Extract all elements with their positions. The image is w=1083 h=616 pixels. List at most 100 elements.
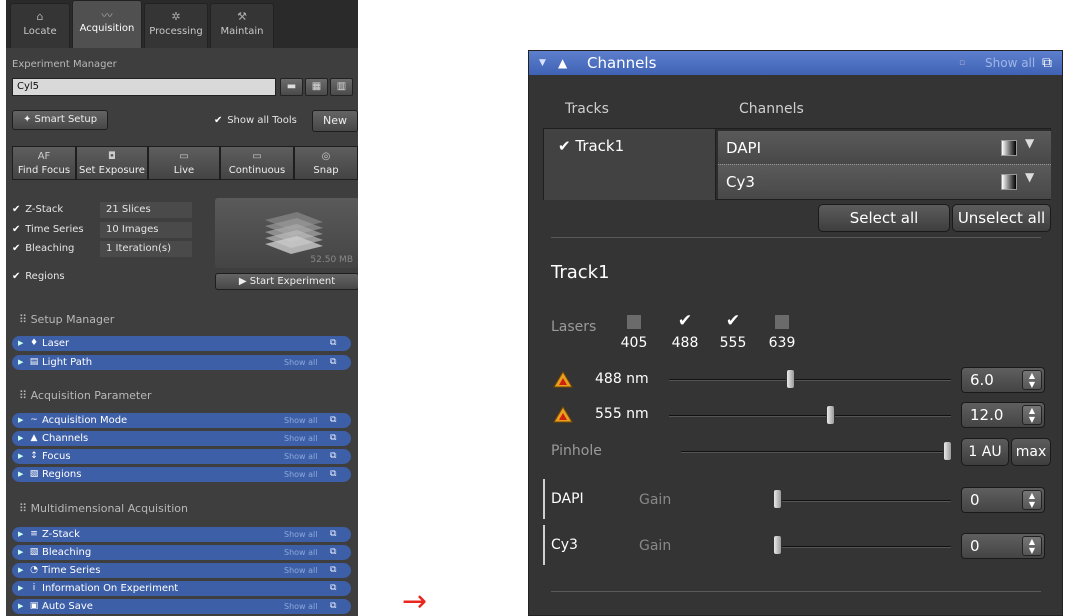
undock-icon[interactable]: ⧉ bbox=[330, 581, 336, 596]
stepper-arrows-icon[interactable]: ▲ ▼ bbox=[1022, 490, 1042, 510]
show-all-toggle[interactable]: Show all bbox=[284, 449, 317, 464]
laser-555-power-spinbox[interactable]: 12.0 ▲ ▼ bbox=[961, 402, 1045, 428]
z-stack-checkbox[interactable]: ✔ Z-Stack bbox=[12, 204, 63, 215]
experiment-name-field[interactable]: Cyl5 bbox=[12, 78, 276, 96]
time-series-checkbox[interactable]: ✔ Time Series bbox=[12, 224, 84, 235]
laser-bar[interactable]: ▶ ♦ Laser ⧉ bbox=[12, 336, 351, 351]
undock-icon[interactable]: ⧉ bbox=[330, 336, 336, 351]
undock-icon[interactable]: ⧉ bbox=[330, 527, 336, 542]
information-on-experiment-bar[interactable]: ▶ i Information On Experiment ⧉ bbox=[12, 581, 351, 596]
laser-488-slider-handle[interactable] bbox=[786, 369, 795, 389]
tab-maintain[interactable]: ⚒ Maintain bbox=[210, 3, 274, 48]
laser-488-power-spinbox[interactable]: 6.0 ▲ ▼ bbox=[961, 367, 1045, 393]
undock-icon[interactable]: ⧉ bbox=[330, 563, 336, 578]
track-row[interactable]: ✔ Track1 bbox=[544, 129, 716, 200]
auto-save-bar[interactable]: ▶ ▣ Auto Save Show all ⧉ bbox=[12, 599, 351, 614]
open-folder-button[interactable]: ▬ bbox=[280, 78, 303, 96]
dapi-gain-slider-handle[interactable] bbox=[773, 489, 782, 509]
live-button[interactable]: ▭ Live bbox=[148, 146, 220, 180]
snap-button[interactable]: ◎ Snap bbox=[294, 146, 358, 180]
chevron-down-icon[interactable]: ▼ bbox=[1025, 136, 1034, 150]
focus-bar[interactable]: ▶ ↕ Focus Show all ⧉ bbox=[12, 449, 351, 464]
laser-555-slider-handle[interactable] bbox=[826, 405, 835, 425]
show-all-toggle[interactable]: Show all bbox=[985, 51, 1035, 75]
pinhole-1au-button[interactable]: 1 AU bbox=[961, 438, 1009, 466]
show-all-tools-checkbox[interactable]: ✔ Show all Tools bbox=[214, 115, 297, 126]
laser-639-checkbox[interactable]: 639 bbox=[767, 313, 797, 351]
smart-setup-button[interactable]: ✦ Smart Setup bbox=[12, 110, 108, 130]
check-icon[interactable]: ✔ bbox=[558, 137, 571, 155]
channels-header[interactable]: ▼ ▲ Channels ▫ Show all ⧉ bbox=[529, 51, 1062, 75]
pinhole-slider-track[interactable] bbox=[681, 451, 951, 453]
find-focus-button[interactable]: AF Find Focus bbox=[12, 146, 76, 180]
cy3-gain-slider-handle[interactable] bbox=[773, 535, 782, 555]
stepper-arrows-icon[interactable]: ▲ ▼ bbox=[1022, 370, 1042, 390]
undock-icon[interactable]: ⧉ bbox=[330, 355, 336, 370]
undock-icon[interactable]: ⧉ bbox=[1042, 51, 1052, 75]
dapi-gain-spinbox[interactable]: 0 ▲ ▼ bbox=[961, 487, 1045, 513]
arrow-right-icon: → bbox=[402, 584, 428, 616]
undock-icon[interactable]: ⧉ bbox=[330, 431, 336, 446]
laser-488-slider-track[interactable] bbox=[669, 379, 951, 381]
undock-icon[interactable]: ⧉ bbox=[330, 545, 336, 560]
tab-acquisition[interactable]: 〰 Acquisition bbox=[72, 0, 142, 48]
dapi-gain-slider-track[interactable] bbox=[777, 500, 951, 502]
chevron-down-icon[interactable]: ▼ bbox=[1025, 170, 1034, 184]
show-all-toggle[interactable]: Show all bbox=[284, 545, 317, 560]
undock-icon[interactable]: ⧉ bbox=[330, 413, 336, 428]
save-button[interactable]: ▦ bbox=[305, 78, 328, 96]
cy3-gain-label: Gain bbox=[639, 538, 672, 554]
show-all-toggle[interactable]: Show all bbox=[284, 563, 317, 578]
acquisition-parameter-header[interactable]: ⠿ Acquisition Parameter bbox=[19, 389, 152, 402]
setup-manager-header[interactable]: ⠿ Setup Manager bbox=[19, 313, 114, 326]
stepper-arrows-icon[interactable]: ▲ ▼ bbox=[1022, 405, 1042, 425]
show-all-toggle[interactable]: Show all bbox=[284, 527, 317, 542]
show-all-toggle[interactable]: Show all bbox=[284, 431, 317, 446]
bleaching-checkbox[interactable]: ✔ Bleaching bbox=[12, 243, 74, 254]
pinhole-slider-handle[interactable] bbox=[943, 441, 952, 461]
unselect-all-button[interactable]: Unselect all bbox=[952, 204, 1051, 232]
light-path-bar[interactable]: ▶ ▤ Light Path Show all ⧉ bbox=[12, 355, 351, 370]
delete-button[interactable]: ▥ bbox=[330, 78, 353, 96]
acquisition-mode-bar[interactable]: ▶ ~ Acquisition Mode Show all ⧉ bbox=[12, 413, 351, 428]
laser-icon: ♦ bbox=[29, 338, 39, 348]
multidimensional-acquisition-header[interactable]: ⠿ Multidimensional Acquisition bbox=[19, 502, 188, 515]
stepper-arrows-icon[interactable]: ▲ ▼ bbox=[1022, 536, 1042, 556]
undock-icon[interactable]: ⧉ bbox=[330, 599, 336, 614]
color-swatch[interactable] bbox=[1001, 140, 1017, 156]
pinhole-label: Pinhole bbox=[551, 443, 602, 459]
collapse-arrow-icon[interactable]: ▼ bbox=[539, 51, 546, 75]
new-button[interactable]: New bbox=[312, 110, 358, 132]
show-all-toggle[interactable]: Show all bbox=[284, 413, 317, 428]
laser-555-slider-track[interactable] bbox=[669, 415, 951, 417]
tab-locate[interactable]: ⌂ Locate bbox=[10, 3, 70, 48]
time-series-bar[interactable]: ▶ ◔ Time Series Show all ⧉ bbox=[12, 563, 351, 578]
channel-row-dapi[interactable]: DAPI ▼ bbox=[718, 131, 1051, 165]
color-swatch[interactable] bbox=[1001, 174, 1017, 190]
pinhole-max-button[interactable]: max bbox=[1011, 438, 1051, 466]
show-all-toggle[interactable]: Show all bbox=[284, 467, 317, 482]
select-all-button[interactable]: Select all bbox=[818, 204, 950, 232]
z-stack-bar[interactable]: ▶ ≡ Z-Stack Show all ⧉ bbox=[12, 527, 351, 542]
cy3-gain-slider-track[interactable] bbox=[777, 546, 951, 548]
set-exposure-button[interactable]: ◘ Set Exposure bbox=[76, 146, 148, 180]
laser-405-checkbox[interactable]: 405 bbox=[619, 313, 649, 351]
cy3-gain-spinbox[interactable]: 0 ▲ ▼ bbox=[961, 533, 1045, 559]
checkbox-icon[interactable]: ▫ bbox=[959, 51, 965, 75]
channels-bar[interactable]: ▶ ▲ Channels Show all ⧉ bbox=[12, 431, 351, 446]
continuous-button[interactable]: ▭ Continuous bbox=[220, 146, 294, 180]
laser-488-checkbox[interactable]: ✔ 488 bbox=[670, 313, 700, 352]
regions-bar[interactable]: ▶ ▧ Regions Show all ⧉ bbox=[12, 467, 351, 482]
tab-processing[interactable]: ✲ Processing bbox=[144, 3, 208, 48]
undock-icon[interactable]: ⧉ bbox=[330, 467, 336, 482]
undock-icon[interactable]: ⧉ bbox=[330, 449, 336, 464]
channel-row-cy3[interactable]: Cy3 ▼ bbox=[718, 165, 1051, 199]
show-all-toggle[interactable]: Show all bbox=[284, 355, 317, 370]
dapi-gain-channel-label: DAPI bbox=[551, 491, 584, 507]
laser-555-checkbox[interactable]: ✔ 555 bbox=[718, 313, 748, 352]
start-experiment-button[interactable]: ▶ Start Experiment bbox=[215, 273, 358, 290]
expand-arrow-icon: ▶ bbox=[18, 566, 24, 574]
bleaching-bar[interactable]: ▶ ▧ Bleaching Show all ⧉ bbox=[12, 545, 351, 560]
show-all-toggle[interactable]: Show all bbox=[284, 599, 317, 614]
regions-checkbox[interactable]: ✔ Regions bbox=[12, 271, 65, 282]
